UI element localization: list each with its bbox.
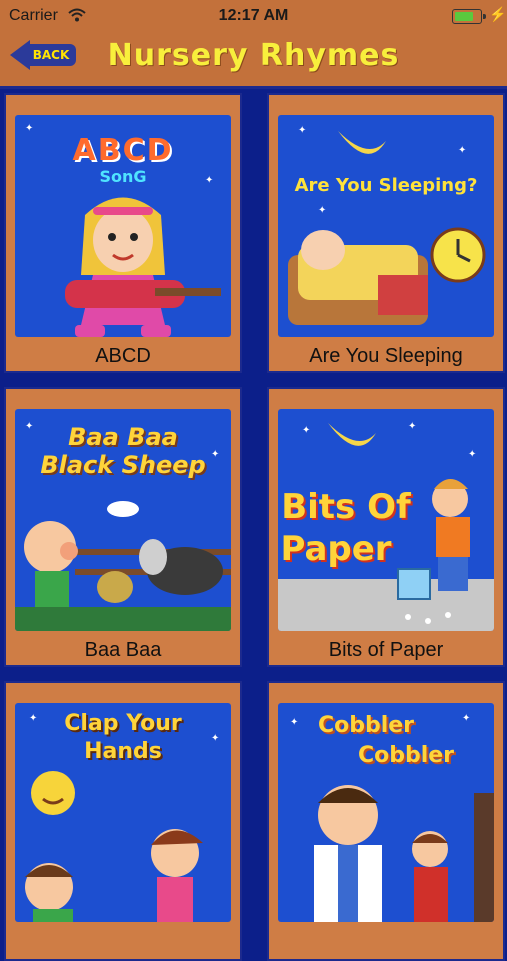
children-clapping-illustration [25, 771, 203, 922]
art-title: Cobbler [317, 713, 415, 738]
rhyme-tile-are-you-sleeping[interactable]: ✦ ✦ ✦ Are You Sleeping? Are You Sleeping [267, 93, 505, 373]
boy-sheep-illustration [15, 501, 231, 631]
rhyme-tile-cobbler-cobbler[interactable]: ✦ ✦ Cobbler Cobbler [267, 681, 505, 961]
rhyme-tile-baa-baa[interactable]: ✦ ✦ Baa Baa Black Sheep Baa Baa [4, 387, 242, 667]
rhyme-thumbnail: ✦ ✦ ✦ Are You Sleeping? [278, 115, 494, 337]
art-subtitle: Cobbler [357, 743, 455, 768]
nav-bar: BACK Nursery Rhymes [0, 32, 507, 89]
moon-icon [338, 131, 386, 154]
rhyme-thumbnail: ✦ ✦ Cobbler Cobbler [278, 703, 494, 922]
rhyme-tile-abcd[interactable]: ✦ ✦ ABCD SonG ABCD [4, 93, 242, 373]
rhyme-thumbnail: ✦ ✦ ABCD SonG [15, 115, 231, 337]
rhyme-thumbnail: ✦ ✦ Clap Your Hands [15, 703, 231, 922]
rhymes-grid: ✦ ✦ ABCD SonG ABCD ✦ ✦ ✦ Are You Sleepin… [0, 89, 507, 961]
rhyme-tile-clap-your-hands[interactable]: ✦ ✦ Clap Your Hands [4, 681, 242, 961]
tile-caption: ABCD [95, 345, 151, 367]
boy-bucket-illustration [278, 479, 494, 631]
art-subtitle: Hands [84, 739, 162, 764]
tile-caption: Are You Sleeping [309, 345, 463, 367]
charging-bolt-icon: ⚡ [489, 6, 507, 22]
art-title: Clap Your [64, 711, 182, 736]
tile-caption: Baa Baa [84, 639, 162, 661]
art-subtitle: Black Sheep [40, 451, 206, 479]
moon-icon [328, 423, 376, 446]
clock-label: 12:17 AM [218, 7, 289, 24]
page-title: Nursery Rhymes [107, 38, 400, 73]
art-title: ABCD [72, 133, 174, 168]
art-title: Baa Baa [68, 423, 178, 451]
rhyme-thumbnail: ✦ ✦ ✦ Bits Of Paper [278, 409, 494, 631]
rhyme-tile-bits-of-paper[interactable]: ✦ ✦ ✦ Bits Of Paper Bits of Paper [267, 387, 505, 667]
girl-guitar-illustration [65, 197, 221, 337]
sleeping-bed-illustration [288, 227, 486, 325]
tile-caption: Bits of Paper [328, 639, 444, 661]
status-bar: Carrier 12:17 AM ⚡ [0, 0, 507, 32]
art-title: Are You Sleeping? [294, 175, 478, 196]
battery-icon [452, 9, 486, 24]
art-subtitle: SonG [99, 167, 147, 186]
rhyme-thumbnail: ✦ ✦ Baa Baa Black Sheep [15, 409, 231, 631]
